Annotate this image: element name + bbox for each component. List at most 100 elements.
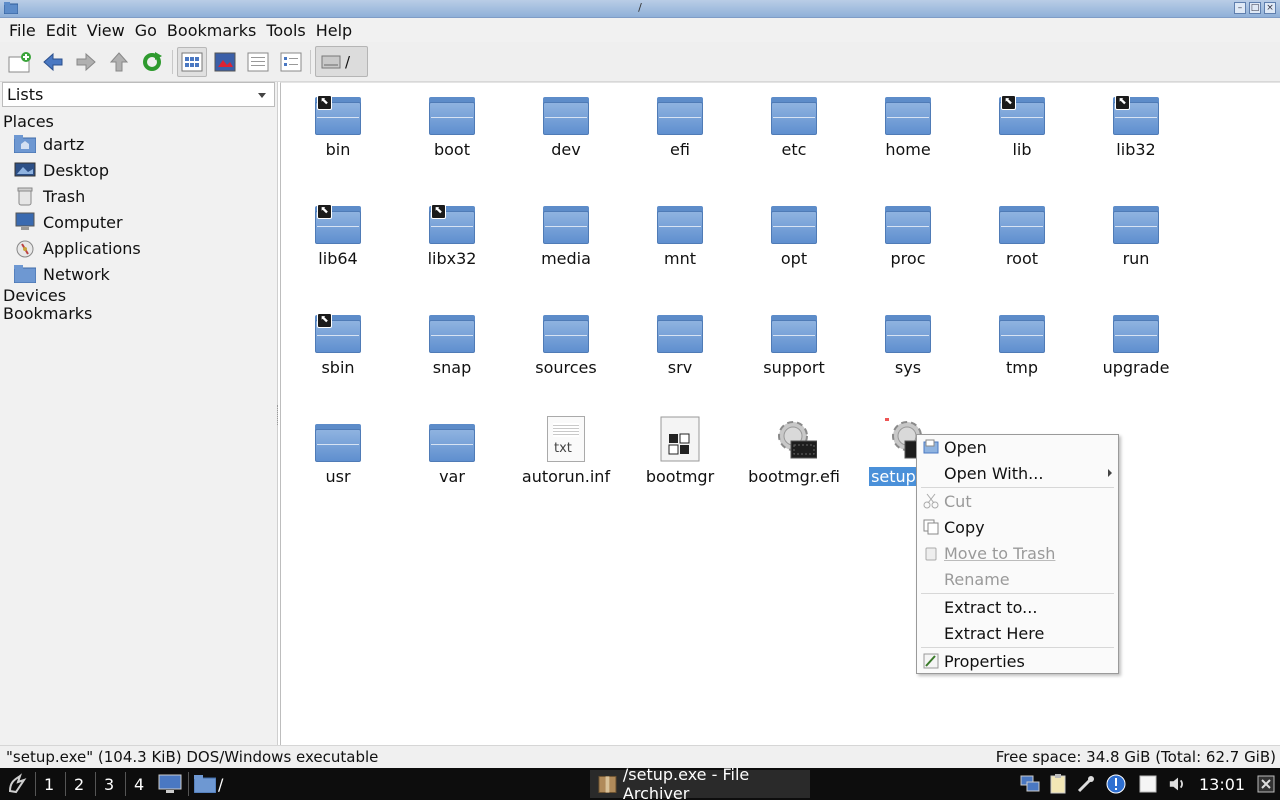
- back-button[interactable]: [38, 47, 68, 77]
- file-name: var: [439, 467, 465, 486]
- up-button[interactable]: [104, 47, 134, 77]
- file-item[interactable]: support: [739, 305, 849, 405]
- sidebar-item-dartz[interactable]: dartz: [14, 132, 84, 156]
- file-item[interactable]: boot: [397, 87, 507, 187]
- file-item[interactable]: etc: [739, 87, 849, 187]
- menu-item-copy[interactable]: Copy: [917, 515, 1118, 539]
- clock[interactable]: 13:01: [1199, 768, 1245, 800]
- side-pane-mode-select[interactable]: Lists: [2, 82, 275, 107]
- places-heading[interactable]: Places: [3, 112, 54, 131]
- file-item[interactable]: srv: [625, 305, 735, 405]
- updates-notification-icon[interactable]: [1106, 774, 1126, 794]
- task-file-archiver[interactable]: /setup.exe - File Archiver: [590, 765, 810, 800]
- forward-button[interactable]: [71, 47, 101, 77]
- start-menu-button[interactable]: [6, 768, 28, 800]
- close-button[interactable]: ×: [1264, 2, 1276, 14]
- menu-item-open[interactable]: Open: [917, 435, 1118, 459]
- notes-icon[interactable]: [1138, 774, 1158, 794]
- path-button-root[interactable]: /: [315, 46, 368, 77]
- desktop-switch-2[interactable]: 2: [74, 768, 84, 800]
- thumbnail-view-button[interactable]: [210, 47, 240, 77]
- sidebar-item-desktop[interactable]: Desktop: [14, 158, 109, 182]
- menu-help[interactable]: Help: [316, 21, 352, 40]
- sidebar-item-trash[interactable]: Trash: [14, 184, 85, 208]
- file-item[interactable]: ⬉ lib: [967, 87, 1077, 187]
- file-item[interactable]: var: [397, 414, 507, 514]
- menu-bookmarks[interactable]: Bookmarks: [167, 21, 256, 40]
- file-item[interactable]: run: [1081, 196, 1191, 296]
- desktop-switch-4[interactable]: 4: [134, 768, 144, 800]
- executable-gear-icon: [778, 421, 817, 459]
- file-item[interactable]: home: [853, 87, 963, 187]
- sidebar-item-applications[interactable]: Applications: [14, 236, 141, 260]
- sidebar-item-computer[interactable]: Computer: [14, 210, 123, 234]
- file-item[interactable]: ⬉ sbin: [283, 305, 393, 405]
- show-desktop-button[interactable]: [158, 768, 182, 800]
- file-item[interactable]: opt: [739, 196, 849, 296]
- menu-edit[interactable]: Edit: [46, 21, 77, 40]
- desktop-switch-3[interactable]: 3: [104, 768, 114, 800]
- file-view[interactable]: ⬉ bin boot dev efi etc home ⬉ lib ⬉ lib3…: [280, 82, 1280, 745]
- menu-item-extract-to[interactable]: Extract to...: [917, 595, 1118, 619]
- drive-icon: [321, 55, 341, 68]
- menu-item-move-to-trash[interactable]: Move to Trash: [917, 541, 1118, 565]
- file-item[interactable]: ⬉ libx32: [397, 196, 507, 296]
- file-item[interactable]: efi: [625, 87, 735, 187]
- folder-icon: [885, 97, 931, 135]
- file-name: tmp: [1005, 358, 1038, 377]
- file-item[interactable]: usr: [283, 414, 393, 514]
- compact-view-icon: [247, 52, 269, 72]
- file-item[interactable]: ⬉ lib64: [283, 196, 393, 296]
- menu-item-properties[interactable]: Properties: [917, 649, 1118, 673]
- menu-item-rename[interactable]: Rename: [917, 567, 1118, 591]
- file-name: proc: [890, 249, 926, 268]
- file-item[interactable]: root: [967, 196, 1077, 296]
- maximize-button[interactable]: □: [1249, 2, 1261, 14]
- bluetooth-tools-icon[interactable]: [1076, 774, 1096, 794]
- file-item[interactable]: sys: [853, 305, 963, 405]
- file-item[interactable]: ⬉ bin: [283, 87, 393, 187]
- new-tab-icon: [8, 52, 31, 73]
- trash-icon: [925, 547, 937, 561]
- file-item[interactable]: proc: [853, 196, 963, 296]
- file-name: sys: [894, 358, 922, 377]
- file-item[interactable]: upgrade: [1081, 305, 1191, 405]
- folder-icon: [999, 206, 1045, 244]
- network-status-icon[interactable]: [1020, 774, 1040, 794]
- detailed-view-button[interactable]: [276, 47, 306, 77]
- file-item[interactable]: dev: [511, 87, 621, 187]
- volume-icon[interactable]: [1168, 774, 1188, 794]
- logout-icon[interactable]: [1256, 774, 1276, 794]
- sidebar-item-network[interactable]: Network: [14, 262, 110, 286]
- desktop-switch-1[interactable]: 1: [44, 768, 54, 800]
- file-manager-launcher[interactable]: /: [194, 768, 223, 800]
- menu-file[interactable]: File: [9, 21, 36, 40]
- menu-tools[interactable]: Tools: [266, 21, 305, 40]
- menu-item-cut[interactable]: Cut: [917, 489, 1118, 513]
- file-item[interactable]: media: [511, 196, 621, 296]
- window-titlebar[interactable]: / – □ ×: [0, 0, 1280, 18]
- taskbar: 1 2 3 4 / /setup.exe - File Archiver 13:…: [0, 765, 1280, 800]
- menu-view[interactable]: View: [87, 21, 125, 40]
- file-name: bin: [325, 140, 351, 159]
- file-item[interactable]: bootmgr: [625, 414, 735, 514]
- file-item[interactable]: snap: [397, 305, 507, 405]
- file-item[interactable]: ⬉ lib32: [1081, 87, 1191, 187]
- clipboard-icon[interactable]: [1048, 774, 1068, 794]
- menu-go[interactable]: Go: [135, 21, 157, 40]
- file-item[interactable]: tmp: [967, 305, 1077, 405]
- minimize-button[interactable]: –: [1234, 2, 1246, 14]
- devices-heading[interactable]: Devices: [3, 286, 66, 305]
- reload-button[interactable]: [137, 47, 167, 77]
- bookmarks-heading[interactable]: Bookmarks: [3, 304, 92, 323]
- icon-view-button[interactable]: [177, 47, 207, 77]
- file-item[interactable]: txt autorun.inf: [511, 414, 621, 514]
- menu-item-extract-here[interactable]: Extract Here: [917, 621, 1118, 645]
- file-item[interactable]: bootmgr.efi: [739, 414, 849, 514]
- side-pane-mode-value: Lists: [7, 85, 44, 104]
- new-tab-button[interactable]: [5, 47, 35, 77]
- file-item[interactable]: mnt: [625, 196, 735, 296]
- file-item[interactable]: sources: [511, 305, 621, 405]
- compact-view-button[interactable]: [243, 47, 273, 77]
- menu-item-open-with[interactable]: Open With...: [917, 461, 1118, 485]
